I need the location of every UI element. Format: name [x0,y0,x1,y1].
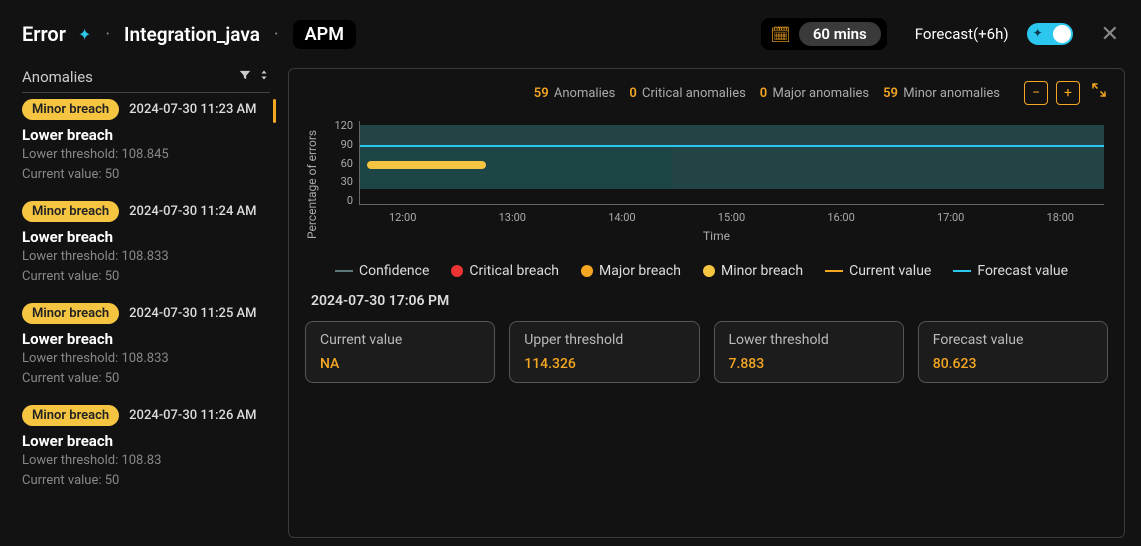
legend-confidence: Confidence [359,263,429,279]
forecast-line [360,145,1104,147]
anomaly-type: Lower breach [22,126,270,144]
forecast-toggle[interactable]: ✦ [1027,23,1073,45]
anomaly-threshold: Lower threshold: 108.845 [22,146,270,164]
anomalies-label: Anomalies [554,86,615,101]
x-ticks: 12:00 13:00 14:00 15:00 16:00 17:00 18:0… [359,211,1104,224]
card-value: NA [320,356,480,372]
card-title: Upper threshold [524,332,684,348]
anomaly-item[interactable]: Minor breach 2024-07-30 11:25 AM Lower b… [22,303,270,387]
anomaly-timestamp: 2024-07-30 11:25 AM [129,306,256,321]
confidence-swatch-icon [335,270,353,272]
severity-pill: Minor breach [22,99,119,120]
card-value: 114.326 [524,356,684,372]
toggle-knob [1053,25,1071,43]
anomaly-timestamp: 2024-07-30 11:23 AM [129,102,256,117]
card-title: Forecast value [933,332,1093,348]
minor-count: 59 [883,86,898,101]
page-title: Error [22,22,66,46]
severity-pill: Minor breach [22,405,119,426]
separator-dot-icon: · [274,24,279,45]
y-ticks: 120 90 60 30 0 [325,119,353,207]
chart[interactable]: Percentage of errors 120 90 60 30 0 [305,119,1108,249]
anomaly-list: Minor breach 2024-07-30 11:23 AM Lower b… [22,99,278,507]
sort-icon[interactable] [258,68,270,86]
x-axis-label: Time [703,229,730,243]
apm-pill: APM [293,20,356,49]
sparkle-icon: ✦ [78,25,91,44]
selected-timestamp: 2024-07-30 17:06 PM [305,293,1108,309]
metrics-cards: Current value NA Upper threshold 114.326… [305,321,1108,383]
legend: Confidence Critical breach Major breach … [305,263,1108,279]
major-swatch-icon [581,265,593,277]
legend-current: Current value [849,263,931,279]
anomaly-threshold: Lower threshold: 108.83 [22,452,270,470]
header: Error ✦ · Integration_java · APM 🗓 60 mi… [0,0,1141,60]
anomaly-type: Lower breach [22,330,270,348]
time-range-picker[interactable]: 🗓 60 mins [761,18,887,50]
anomaly-timestamp: 2024-07-30 11:24 AM [129,204,256,219]
card-value: 80.623 [933,356,1093,372]
summary-bar: 59 Anomalies 0 Critical anomalies 0 Majo… [305,81,1108,105]
confidence-band-lower [360,149,672,189]
card-upper-threshold: Upper threshold 114.326 [509,321,699,383]
time-range-value: 60 mins [799,22,881,46]
calendar-icon: 🗓 [771,25,791,44]
minor-breach-marker [367,161,486,169]
anomaly-current: Current value: 50 [22,268,270,286]
sidebar-title: Anomalies [22,68,232,86]
major-count: 0 [760,86,767,101]
anomaly-type: Lower breach [22,432,270,450]
critical-swatch-icon [451,265,463,277]
critical-count: 0 [629,86,636,101]
anomaly-item[interactable]: Minor breach 2024-07-30 11:24 AM Lower b… [22,201,270,285]
card-current-value: Current value NA [305,321,495,383]
card-lower-threshold: Lower threshold 7.883 [714,321,904,383]
forecast-label: Forecast(+6h) [915,25,1009,43]
card-title: Lower threshold [729,332,889,348]
legend-minor: Minor breach [721,263,803,279]
legend-forecast: Forecast value [977,263,1068,279]
legend-major: Major breach [599,263,681,279]
anomaly-threshold: Lower threshold: 108.833 [22,248,270,266]
zoom-in-button[interactable]: + [1056,81,1080,105]
anomaly-item[interactable]: Minor breach 2024-07-30 11:23 AM Lower b… [22,99,270,183]
sidebar-header: Anomalies [22,68,270,93]
anomaly-item[interactable]: Minor breach 2024-07-30 11:26 AM Lower b… [22,405,270,489]
card-value: 7.883 [729,356,889,372]
scroll-indicator[interactable] [273,99,276,123]
zoom-out-button[interactable]: − [1024,81,1048,105]
filter-icon[interactable] [238,68,252,86]
anomaly-type: Lower breach [22,228,270,246]
anomalies-count: 59 [534,86,549,101]
anomaly-current: Current value: 50 [22,472,270,490]
forecast-swatch-icon [953,270,971,272]
expand-icon[interactable] [1090,81,1108,105]
anomaly-current: Current value: 50 [22,166,270,184]
sparkle-icon: ✦ [1033,26,1043,40]
severity-pill: Minor breach [22,201,119,222]
minor-swatch-icon [703,265,715,277]
plot-area [359,121,1104,205]
separator-dot-icon: · [105,24,110,45]
main-panel: 59 Anomalies 0 Critical anomalies 0 Majo… [288,68,1125,538]
card-forecast-value: Forecast value 80.623 [918,321,1108,383]
legend-critical: Critical breach [469,263,559,279]
current-swatch-icon [825,270,843,272]
card-title: Current value [320,332,480,348]
anomaly-timestamp: 2024-07-30 11:26 AM [129,408,256,423]
integration-name: Integration_java [124,23,260,46]
anomaly-threshold: Lower threshold: 108.833 [22,350,270,368]
minor-label: Minor anomalies [903,86,1000,101]
severity-pill: Minor breach [22,303,119,324]
critical-label: Critical anomalies [642,86,746,101]
major-label: Major anomalies [772,86,869,101]
close-icon[interactable]: ✕ [1101,22,1119,47]
sidebar: Anomalies Minor breach 2024-07-30 11:23 … [0,60,278,546]
y-axis-label: Percentage of errors [305,119,319,249]
anomaly-current: Current value: 50 [22,370,270,388]
